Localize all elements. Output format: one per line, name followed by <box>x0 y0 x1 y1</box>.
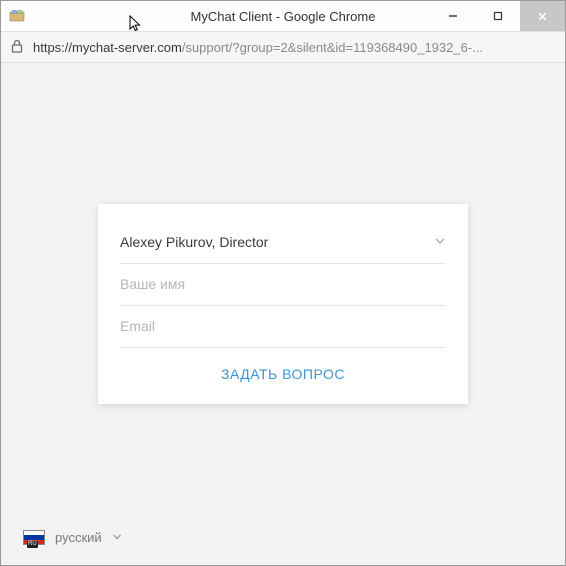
maximize-button[interactable] <box>475 1 520 31</box>
browser-window: MyChat Client - Google Chrome <box>0 0 566 566</box>
chevron-down-icon <box>434 234 446 250</box>
chevron-down-icon <box>112 530 122 545</box>
window-controls <box>430 1 565 31</box>
submit-button[interactable]: ЗАДАТЬ ВОПРОС <box>120 348 446 390</box>
operator-selected: Alexey Pikurov, Director <box>120 234 268 250</box>
operator-select[interactable]: Alexey Pikurov, Director <box>120 222 446 264</box>
flag-ru-icon: RU <box>23 530 45 545</box>
url-text: https://mychat-server.com/support/?group… <box>33 40 483 55</box>
flag-tag: RU <box>27 541 38 548</box>
page-content: Alexey Pikurov, Director Ваше имя Email … <box>1 63 565 565</box>
language-selector[interactable]: RU русский <box>23 530 122 545</box>
email-placeholder: Email <box>120 318 155 334</box>
address-bar[interactable]: https://mychat-server.com/support/?group… <box>1 31 565 63</box>
minimize-button[interactable] <box>430 1 475 31</box>
close-button[interactable] <box>520 1 565 31</box>
language-label: русский <box>55 530 102 545</box>
name-input[interactable]: Ваше имя <box>120 264 446 306</box>
app-icon <box>9 8 25 24</box>
url-host: https://mychat-server.com <box>33 40 182 55</box>
email-input[interactable]: Email <box>120 306 446 348</box>
titlebar: MyChat Client - Google Chrome <box>1 1 565 31</box>
name-placeholder: Ваше имя <box>120 276 185 292</box>
lock-icon <box>11 39 23 56</box>
url-path: /support/?group=2&silent&id=119368490_19… <box>182 40 483 55</box>
support-form-card: Alexey Pikurov, Director Ваше имя Email … <box>98 204 468 404</box>
